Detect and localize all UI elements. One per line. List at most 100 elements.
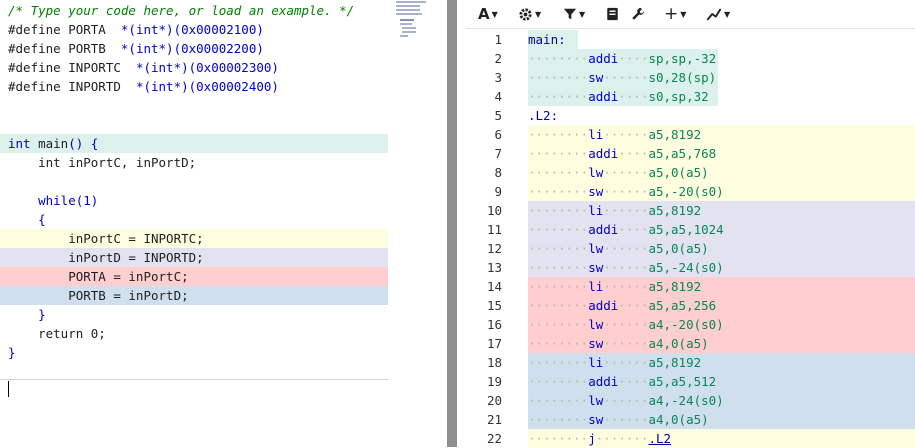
code-token: #define INPORTC (8, 60, 136, 75)
asm-line[interactable]: 3 ········sw······s0,28(sp) (466, 68, 915, 87)
source-line[interactable]: return 0; (0, 324, 388, 343)
source-line[interactable]: int inPortC, inPortD; (0, 153, 388, 172)
line-number: 13 (486, 260, 502, 275)
graph-icon (706, 8, 722, 21)
asm-line[interactable]: 5 .L2: (466, 106, 915, 125)
tools-button[interactable] (631, 4, 645, 24)
whitespace-dots: ········ (528, 51, 589, 66)
asm-opcode: sw (588, 260, 604, 275)
source-line[interactable]: #define PORTB *(int*)(0x00002200) (0, 39, 388, 58)
source-line[interactable] (0, 96, 388, 115)
asm-line[interactable]: 9 ········sw······a5,-20(s0) (466, 182, 915, 201)
source-line[interactable] (0, 115, 388, 134)
line-number: 20 (486, 393, 502, 408)
asm-line[interactable]: 16 ········lw······a4,-20(s0) (466, 315, 915, 334)
asm-line[interactable]: 8 ········lw······a5,0(a5) (466, 163, 915, 182)
filter-button[interactable]: ▼ (563, 4, 585, 24)
graph-button[interactable]: ▼ (706, 4, 730, 24)
asm-line[interactable]: 12 ········lw······a5,0(a5) (466, 239, 915, 258)
source-line[interactable] (0, 172, 388, 191)
asm-opcode: addi (588, 374, 619, 389)
asm-opcode: addi (588, 298, 619, 313)
asm-line[interactable]: 10 ········li······a5,8192 (466, 201, 915, 220)
whitespace-dots: ········ (528, 336, 589, 351)
asm-code: .L2: (528, 106, 558, 125)
asm-line[interactable]: 21 ········sw······a4,0(a5) (466, 410, 915, 429)
code-token: int inPortC, inPortD; (8, 155, 197, 170)
whitespace-dots: ······ (603, 336, 649, 351)
asm-label-link[interactable]: .L2 (648, 431, 671, 446)
asm-line[interactable]: 2 ········addi····sp,sp,-32 (466, 49, 915, 68)
source-editor[interactable]: /* Type your code here, or load an examp… (0, 0, 388, 447)
whitespace-dots: ······ (603, 127, 649, 142)
code-token: PORTA = inPortC; (8, 269, 189, 284)
asm-line[interactable]: 19 ········addi····a5,a5,512 (466, 372, 915, 391)
book-icon (607, 7, 618, 21)
source-line[interactable]: #define PORTA *(int*)(0x00002100) (0, 20, 388, 39)
asm-line[interactable]: 22 ········j·······.L2 (466, 429, 915, 448)
source-line[interactable]: int main() { (0, 134, 388, 153)
asm-line[interactable]: 14 ········li······a5,8192 (466, 277, 915, 296)
source-line[interactable]: inPortC = INPORTC; (0, 229, 388, 248)
whitespace-dots: ········ (528, 127, 589, 142)
source-line[interactable]: { (0, 210, 388, 229)
asm-line[interactable]: 1 main: (466, 30, 915, 49)
asm-label: main: (528, 32, 566, 47)
asm-line[interactable]: 13 ········sw······a5,-24(s0) (466, 258, 915, 277)
pane-divider[interactable] (447, 0, 457, 447)
font-size-button[interactable]: A ▼ (478, 4, 498, 24)
code-token: #define INPORTD (8, 79, 136, 94)
source-line[interactable]: PORTA = inPortC; (0, 267, 388, 286)
asm-opcode: sw (588, 412, 604, 427)
asm-line[interactable]: 20 ········lw······a4,-24(s0) (466, 391, 915, 410)
asm-opcode: li (588, 127, 604, 142)
settings-button[interactable]: ▼ (518, 4, 541, 24)
libraries-button[interactable] (606, 4, 619, 24)
whitespace-dots: ········ (528, 70, 589, 85)
source-line[interactable]: #define INPORTC *(int*)(0x00002300) (0, 58, 388, 77)
line-number: 21 (486, 412, 502, 427)
source-line[interactable]: } (0, 343, 388, 362)
asm-operands: a5,-24(s0) (648, 260, 724, 275)
asm-toolbar: A ▼ ▼ ▼ + ▼ ▼ (466, 0, 915, 29)
asm-line[interactable]: 17 ········sw······a4,0(a5) (466, 334, 915, 353)
line-number: 11 (486, 222, 502, 237)
asm-opcode: addi (588, 89, 619, 104)
asm-line[interactable]: 11 ········addi····a5,a5,1024 (466, 220, 915, 239)
whitespace-dots: ········ (528, 317, 589, 332)
line-number: 12 (486, 241, 502, 256)
asm-code: ········sw······a5,-24(s0) (528, 258, 724, 277)
line-number: 19 (486, 374, 502, 389)
asm-line[interactable]: 15 ········addi····a5,a5,256 (466, 296, 915, 315)
whitespace-dots: ········ (528, 184, 589, 199)
asm-line[interactable]: 18 ········li······a5,8192 (466, 353, 915, 372)
whitespace-dots: ······ (603, 184, 649, 199)
editor-end-divider (0, 379, 388, 380)
line-number: 15 (486, 298, 502, 313)
source-line[interactable]: while(1) (0, 191, 388, 210)
whitespace-dots: ···· (618, 374, 649, 389)
source-line[interactable]: inPortD = INPORTD; (0, 248, 388, 267)
line-number: 22 (486, 431, 502, 446)
minimap[interactable] (396, 0, 432, 40)
asm-code: ········li······a5,8192 (528, 277, 701, 296)
asm-line[interactable]: 6 ········li······a5,8192 (466, 125, 915, 144)
whitespace-dots: ········ (528, 431, 589, 446)
line-number: 9 (494, 184, 502, 199)
source-line[interactable]: /* Type your code here, or load an examp… (0, 1, 388, 20)
add-new-button[interactable]: + ▼ (664, 4, 686, 24)
asm-operands: a5,8192 (648, 127, 702, 142)
asm-opcode: lw (588, 393, 604, 408)
code-token: () { (68, 136, 99, 151)
asm-operands: a5,0(a5) (648, 241, 709, 256)
asm-code: ········sw······a4,0(a5) (528, 334, 709, 353)
line-number: 5 (494, 108, 502, 123)
source-line[interactable]: } (0, 305, 388, 324)
whitespace-dots: ········ (528, 298, 589, 313)
asm-line[interactable]: 4 ········addi····s0,sp,32 (466, 87, 915, 106)
asm-line[interactable]: 7 ········addi····a5,a5,768 (466, 144, 915, 163)
source-line[interactable]: PORTB = inPortD; (0, 286, 388, 305)
source-line[interactable]: #define INPORTD *(int*)(0x00002400) (0, 77, 388, 96)
asm-code: ········addi····a5,a5,256 (528, 296, 716, 315)
asm-opcode: li (588, 355, 604, 370)
